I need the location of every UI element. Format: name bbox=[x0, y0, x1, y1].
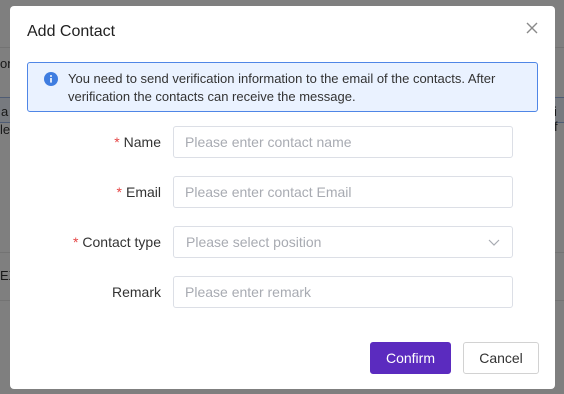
name-row: * Name bbox=[10, 126, 555, 158]
close-icon bbox=[526, 22, 538, 34]
confirm-button[interactable]: Confirm bbox=[370, 342, 451, 374]
close-button[interactable] bbox=[523, 19, 541, 37]
chevron-down-icon bbox=[488, 239, 500, 246]
required-mark: * bbox=[72, 234, 79, 250]
dialog-title: Add Contact bbox=[27, 23, 116, 40]
cancel-button[interactable]: Cancel bbox=[463, 342, 539, 374]
add-contact-dialog: Add Contact You need to send verificatio… bbox=[10, 6, 555, 389]
remark-label: Remark bbox=[111, 284, 161, 300]
required-mark: * bbox=[116, 184, 122, 200]
contact-type-select[interactable]: Please select position bbox=[173, 226, 513, 258]
name-label: * Name bbox=[114, 126, 161, 158]
alert-message: You need to send verification informatio… bbox=[68, 71, 496, 104]
remark-input[interactable] bbox=[173, 276, 513, 308]
info-alert: You need to send verification informatio… bbox=[27, 62, 538, 112]
email-row: * Email bbox=[10, 176, 555, 208]
contact-type-label: * Contact type bbox=[73, 226, 161, 258]
email-label: * Email bbox=[117, 176, 161, 208]
info-icon bbox=[44, 72, 58, 86]
contact-type-row: * Contact type Please select position bbox=[10, 226, 555, 258]
email-input[interactable] bbox=[173, 176, 513, 208]
name-input[interactable] bbox=[173, 126, 513, 158]
name-label-text: Name bbox=[123, 134, 161, 150]
contact-type-label-text: Contact type bbox=[82, 234, 161, 250]
contact-type-placeholder: Please select position bbox=[186, 234, 322, 250]
email-label-text: Email bbox=[125, 184, 161, 200]
required-mark: * bbox=[114, 134, 120, 150]
remark-row: Remark bbox=[10, 276, 555, 308]
